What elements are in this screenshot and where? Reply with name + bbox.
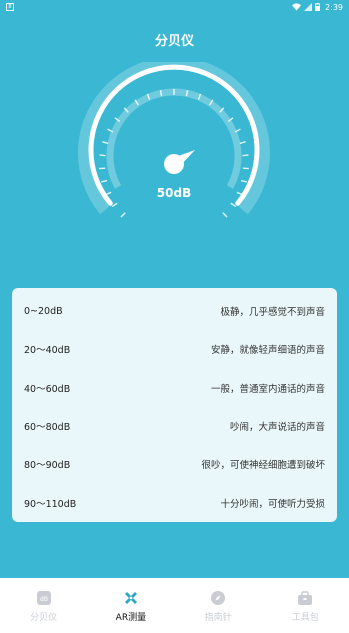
compass-icon [209,589,227,607]
status-bar: 8 2:39 [0,0,349,14]
level-description: 一般，普通室内通话的声音 [210,383,325,395]
tab-compass[interactable]: 指南针 [175,578,262,633]
toolbox-icon [296,589,314,607]
level-description: 很吵，可使神经细胞遭到破坏 [201,460,325,472]
gauge-tick [222,212,228,218]
tab-label: 分贝仪 [30,612,58,623]
gauge-tick [230,202,237,208]
page-title: 分贝仪 [154,34,194,49]
gauge-tick [240,179,247,183]
gauge-tick [99,154,106,157]
gauge-tick [111,202,118,208]
level-range: 80～90dB [24,460,71,472]
tab-label: 工具包 [291,612,319,623]
gauge-tick [239,141,246,145]
level-row: 90～110dB 十分吵闹，可使听力受损 [24,483,325,521]
level-description: 吵闹，大声说话的声音 [229,422,325,434]
decibel-gauge: 50dB [74,62,274,232]
svg-text:dB: dB [40,596,48,603]
tab-ar-measure[interactable]: AR测量 [87,578,174,633]
wifi-icon [292,3,302,11]
gauge-tick [102,141,109,145]
level-row: 60～80dB 吵闹，大声说话的声音 [24,407,325,445]
level-description: 极静，几乎感觉不到声音 [220,307,325,319]
signal-icon [304,3,313,11]
level-description: 安静，就像轻声细语的声音 [210,345,325,357]
tab-decibel-meter[interactable]: dB 分贝仪 [0,578,87,633]
tab-label: AR测量 [115,612,147,623]
level-row: 40～60dB 一般，普通室内通话的声音 [24,369,325,407]
level-range: 90～110dB [24,498,77,510]
level-range: 60～80dB [24,422,71,434]
app-notification-icon: 8 [6,3,14,11]
level-description: 十分吵闹，可使听力受损 [220,498,325,510]
ruler-pencil-icon [122,589,140,607]
status-time: 2:39 [325,2,343,12]
tab-label: 指南针 [204,612,232,623]
gauge-tick [101,179,108,183]
gauge-needle [164,150,195,174]
bottom-tab-bar: dB 分贝仪 AR测量 指南针 工具包 [0,578,349,633]
level-range: 0~20dB [24,305,63,317]
tab-toolbox[interactable]: 工具包 [262,578,349,633]
level-row: 80～90dB 很吵，可使神经细胞遭到破坏 [24,445,325,483]
level-row: 0~20dB 极静，几乎感觉不到声音 [24,292,325,330]
gauge-tick [120,212,126,218]
battery-icon [315,3,321,11]
level-row: 20～40dB 安静，就像轻声细语的声音 [24,330,325,368]
level-range: 20～40dB [24,345,71,357]
gauge-tick [242,154,249,157]
decibel-levels-card: 0~20dB 极静，几乎感觉不到声音 20～40dB 安静，就像轻声细语的声音 … [12,288,337,522]
level-range: 40～60dB [24,383,71,395]
decibel-value: 50dB [156,186,192,200]
db-icon: dB [35,589,53,607]
